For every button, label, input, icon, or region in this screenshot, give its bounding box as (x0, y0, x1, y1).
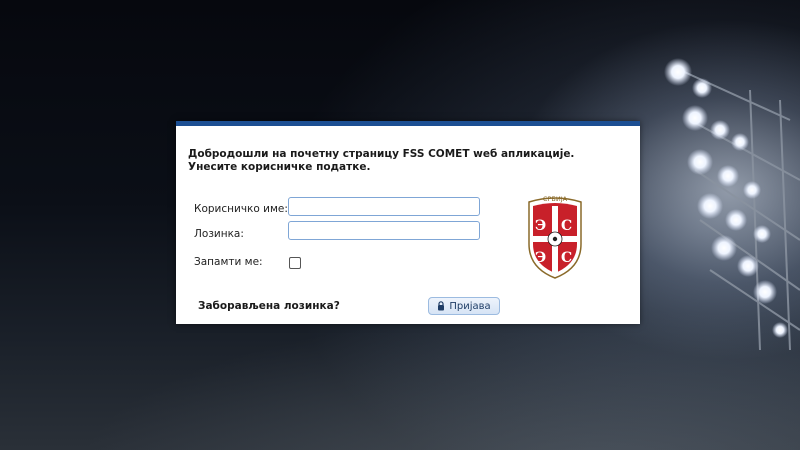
forgot-password-link[interactable]: Заборављена лозинка? (198, 300, 340, 312)
remember-me-label: Запамти ме: (194, 256, 263, 268)
password-label: Лозинка: (194, 228, 244, 240)
crest-text: СРБИЈА (543, 195, 568, 203)
lock-icon (438, 301, 445, 311)
welcome-message: Добродошли на почетну страницу FSS COMET… (188, 148, 575, 173)
svg-text:С: С (561, 218, 572, 234)
login-dialog: Добродошли на почетну страницу FSS COMET… (176, 121, 640, 324)
svg-text:С: С (561, 250, 572, 266)
svg-text:Э: Э (535, 218, 546, 234)
background-stadium: Добродошли на почетну страницу FSS COMET… (0, 0, 800, 450)
username-input[interactable] (288, 197, 480, 216)
login-button[interactable]: Пријава (428, 297, 500, 315)
remember-me-checkbox[interactable] (289, 257, 301, 269)
username-label: Корисничко име: (194, 203, 288, 215)
fss-crest-logo: Э С Э С СРБИЈА (528, 195, 582, 279)
login-button-label: Пријава (449, 300, 491, 312)
floodlight-image (664, 58, 800, 351)
svg-text:Э: Э (535, 250, 546, 266)
password-input[interactable] (288, 221, 480, 240)
